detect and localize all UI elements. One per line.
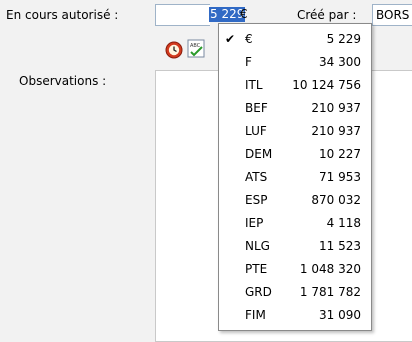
currency-amount: 870 032 [311,193,361,207]
currency-code: GRD [245,285,272,299]
currency-code: € [245,32,253,46]
currency-code: LUF [245,124,267,138]
currency-code: F [245,55,252,69]
svg-text:ABC: ABC [190,43,201,49]
currency-amount: 10 227 [319,147,361,161]
currency-menu-item[interactable]: BEF 210 937 [219,97,371,119]
checkmark-icon: ✔ [225,32,236,46]
currency-amount: 11 523 [319,239,361,253]
currency-amount: 210 937 [311,101,361,115]
currency-dropdown-menu[interactable]: ✔ €5 229 F 34 300 ITL 10 124 756 BEF 210 937 LUF… [218,23,372,331]
currency-code: BEF [245,101,268,115]
currency-menu-item[interactable]: NLG 11 523 [219,235,371,257]
currency-menu-item[interactable]: ESP 870 032 [219,189,371,211]
currency-menu-item[interactable]: DEM 10 227 [219,143,371,165]
currency-symbol[interactable]: € [240,7,248,21]
currency-amount: 71 953 [319,170,361,184]
currency-code: NLG [245,239,270,253]
observations-label: Observations : [19,74,107,88]
encours-input[interactable] [155,4,210,26]
currency-amount: 34 300 [319,55,361,69]
currency-amount: 5 229 [326,32,361,46]
currency-code: ITL [245,78,263,92]
currency-menu-item[interactable]: ✔ €5 229 [219,28,371,50]
currency-amount: 210 937 [311,124,361,138]
cree-par-label: Créé par : [297,8,357,22]
currency-menu-item[interactable]: LUF 210 937 [219,120,371,142]
currency-menu-item[interactable]: FIM 31 090 [219,304,371,326]
currency-code: IEP [245,216,264,230]
currency-menu-item[interactable]: F 34 300 [219,51,371,73]
currency-menu-item[interactable]: ITL 10 124 756 [219,74,371,96]
currency-code: FIM [245,308,266,322]
currency-amount: 1 048 320 [299,262,361,276]
currency-amount: 10 124 756 [292,78,361,92]
currency-menu-item[interactable]: GRD 1 781 782 [219,281,371,303]
clock-icon[interactable] [164,40,184,60]
spellcheck-icon[interactable]: ABC [186,38,206,58]
currency-code: DEM [245,147,273,161]
cree-par-input[interactable]: BORS [372,4,412,26]
currency-amount: 4 118 [326,216,361,230]
currency-amount: 1 781 782 [299,285,361,299]
currency-code: ESP [245,193,268,207]
currency-menu-item[interactable]: IEP 4 118 [219,212,371,234]
currency-menu-item[interactable]: PTE 1 048 320 [219,258,371,280]
currency-amount: 31 090 [319,308,361,322]
currency-menu-item[interactable]: ATS 71 953 [219,166,371,188]
currency-code: ATS [245,170,268,184]
encours-label: En cours autorisé : [6,8,119,22]
currency-code: PTE [245,262,268,276]
